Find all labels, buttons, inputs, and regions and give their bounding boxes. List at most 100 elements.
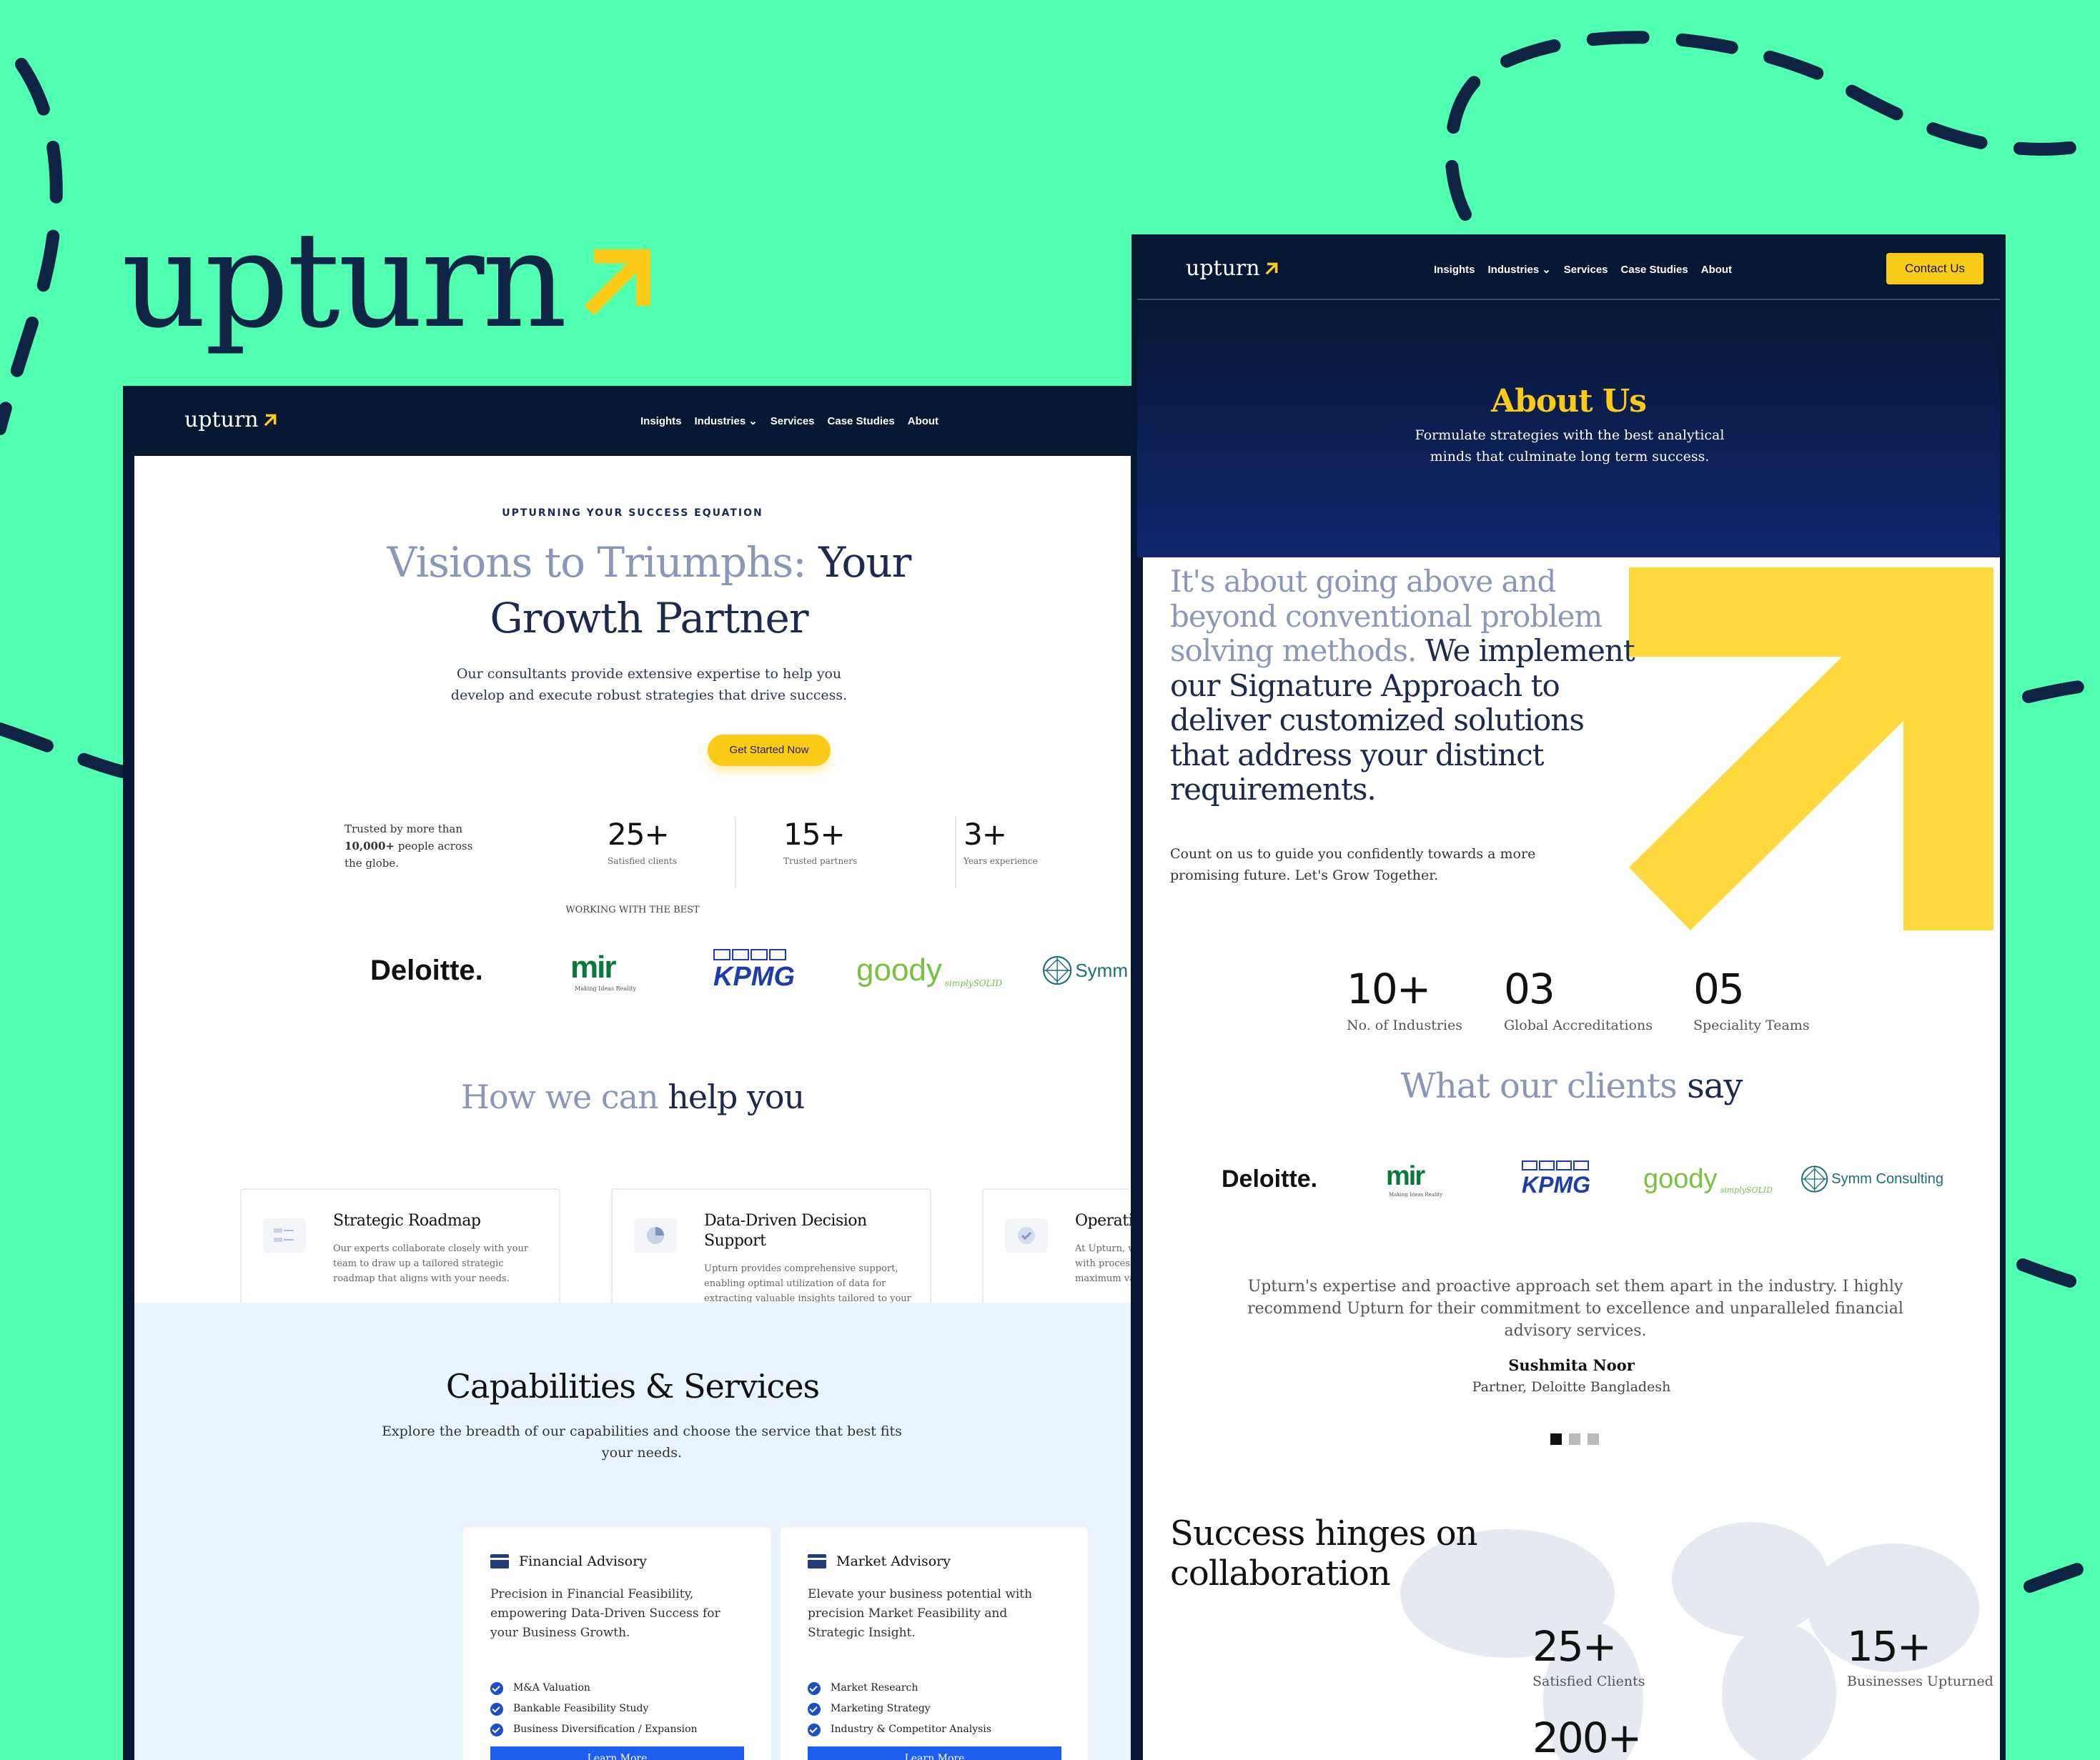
nav-links: Insights Industries ⌄ Services Case Studi… — [640, 414, 938, 428]
nav-link-industries[interactable]: Industries ⌄ — [694, 414, 758, 428]
nav-link-case-studies[interactable]: Case Studies — [828, 414, 895, 427]
carousel-dots — [1550, 1433, 1599, 1445]
about-page-window: upturn Insights Industries ⌄ Services Cas… — [1131, 234, 2006, 1760]
nav-logo-text: upturn — [184, 407, 259, 432]
success-heading: Success hinges on collaboration — [1170, 1513, 1478, 1594]
stat-label: Satisfied clients — [608, 856, 678, 866]
stat-satisfied-clients: 25+ Satisfied clients — [608, 817, 736, 888]
carousel-dot-active[interactable] — [1550, 1433, 1562, 1445]
mir-logo: mir Making Ideas Reality — [1386, 1161, 1522, 1198]
card-title: Data-Driven Decision Support — [704, 1212, 867, 1250]
list-item: Marketing Strategy — [808, 1699, 991, 1719]
stat-label: Satisfied Clients — [1532, 1674, 1645, 1689]
upturn-arrow-icon — [1265, 262, 1277, 274]
stat-businesses-upturned: 15+ Businesses Upturned — [1847, 1622, 1993, 1689]
list-item: M&A Valuation — [490, 1678, 698, 1699]
service-title: Market Advisory — [808, 1553, 951, 1569]
clients-heading: What our clients say — [1143, 1066, 2000, 1106]
stat-number: 03 — [1504, 965, 1555, 1013]
stat-speciality-teams: 05 Speciality Teams — [1693, 965, 1810, 1033]
learn-more-button[interactable]: Learn More — [490, 1746, 744, 1760]
pie-chart-icon — [634, 1218, 677, 1253]
deloitte-logo: Deloitte. — [370, 955, 570, 987]
list-item: Bankable Feasibility Study — [490, 1699, 698, 1719]
roadmap-icon — [263, 1218, 306, 1253]
check-circle-icon — [808, 1723, 821, 1736]
logo-text: Deloitte. — [1222, 1165, 1318, 1193]
hero-title-main-2: Growth Partner — [490, 594, 808, 642]
list-item-text: Industry & Competitor Analysis — [831, 1724, 991, 1735]
stat-label: Trusted partners — [783, 856, 858, 866]
logo-text: Symm Consulting — [1831, 1170, 1943, 1187]
carousel-dot[interactable] — [1588, 1433, 1599, 1445]
nav-link-about[interactable]: About — [1701, 263, 1732, 276]
stat-years-experience: 3+ Years experience — [964, 817, 1131, 888]
stat-trusted-partners: 15+ Trusted partners — [778, 817, 956, 888]
clients-heading-main: say — [1676, 1066, 1743, 1106]
partner-logos: Deloitte. mir Making Ideas Reality KPMG … — [370, 942, 1131, 999]
card-icon — [490, 1554, 509, 1568]
card-icon — [808, 1554, 826, 1568]
logo-text: mir — [1386, 1160, 1425, 1191]
help-heading: How we can help you — [134, 1078, 1131, 1116]
trust-count: 10,000+ — [345, 840, 395, 852]
carousel-dot[interactable] — [1569, 1433, 1580, 1445]
hero-title-main-1: Your — [806, 538, 911, 587]
logo-tagline: simplySOLID — [1720, 1185, 1773, 1195]
nav-link-about[interactable]: About — [908, 414, 938, 427]
service-list: Market Research Marketing Strategy Indus… — [808, 1678, 991, 1740]
chevron-down-icon: ⌄ — [1542, 264, 1551, 276]
help-heading-main: help you — [658, 1078, 805, 1116]
mir-logo: mir Making Ideas Reality — [570, 950, 713, 992]
chevron-down-icon: ⌄ — [748, 415, 758, 427]
logo-text: Symm — [1075, 959, 1128, 981]
stat-label: Speciality Teams — [1693, 1018, 1810, 1033]
check-circle-icon — [490, 1723, 503, 1736]
testimonial-name: Sushmita Noor — [1508, 1356, 1635, 1374]
nav-link-insights[interactable]: Insights — [640, 414, 682, 427]
card-desc: At Upturn, we with process maximum va — [1075, 1243, 1131, 1284]
stat-number: 25+ — [1532, 1622, 1617, 1671]
check-circle-icon — [490, 1702, 503, 1716]
list-item: Business Diversification / Expansion — [490, 1719, 698, 1740]
capabilities-subtitle: Explore the breadth of our capabilities … — [382, 1423, 902, 1461]
brand-logo: upturn — [122, 214, 657, 347]
upturn-arrow-icon — [264, 414, 276, 426]
contact-us-button[interactable]: Contact Us — [1886, 253, 1983, 284]
learn-more-button[interactable]: Learn More — [808, 1746, 1061, 1760]
card-desc: Our experts collaborate closely with you… — [333, 1243, 529, 1284]
trust-prefix: Trusted by more than — [345, 822, 463, 835]
nav-logo[interactable]: upturn — [1186, 256, 1279, 281]
stat-number: 15+ — [1847, 1622, 1931, 1671]
deloitte-logo: Deloitte. — [1222, 1165, 1386, 1193]
card-title: Operatio — [1075, 1212, 1131, 1230]
check-circle-icon — [490, 1681, 503, 1695]
list-item-text: M&A Valuation — [513, 1682, 590, 1694]
nav-link-services[interactable]: Services — [1564, 263, 1608, 276]
logo-text: Deloitte. — [370, 954, 483, 986]
nav-logo[interactable]: upturn — [184, 407, 277, 432]
capabilities-title: Capabilities & Services — [445, 1367, 820, 1406]
logo-text: goody — [1643, 1163, 1718, 1194]
get-started-button[interactable]: Get Started Now — [708, 735, 831, 766]
service-title-text: Financial Advisory — [519, 1553, 647, 1569]
home-page-content: UPTURNING YOUR SUCCESS EQUATION Visions … — [134, 456, 1131, 1760]
nav-link-insights[interactable]: Insights — [1434, 263, 1475, 276]
logo-tagline: simplySOLID — [944, 978, 1002, 988]
trust-text: Trusted by more than 10,000+ people acros… — [345, 820, 487, 872]
list-item-text: Market Research — [831, 1682, 918, 1694]
nav-link-case-studies[interactable]: Case Studies — [1621, 263, 1688, 276]
service-card-financial-advisory: Financial Advisory Precision in Financia… — [463, 1528, 771, 1760]
nav-link-services[interactable]: Services — [771, 414, 815, 427]
nav-links: Insights Industries ⌄ Services Case Studi… — [1434, 263, 1732, 277]
nav-link-industries[interactable]: Industries ⌄ — [1488, 263, 1551, 277]
upturn-arrow-icon — [584, 249, 650, 316]
hero-title: Visions to Triumphs: Your Growth Partner — [349, 535, 949, 646]
stat-number: 05 — [1693, 965, 1745, 1013]
nav-link-label: Industries — [694, 414, 746, 427]
stat-200-plus: 200+ — [1532, 1714, 1642, 1760]
logo-tagline: Making Ideas Reality — [1389, 1191, 1443, 1198]
working-with-label: WORKING WITH THE BEST — [565, 905, 700, 915]
logo-text: goody — [856, 953, 942, 988]
service-card-market-advisory: Market Advisory Elevate your business po… — [781, 1528, 1088, 1760]
